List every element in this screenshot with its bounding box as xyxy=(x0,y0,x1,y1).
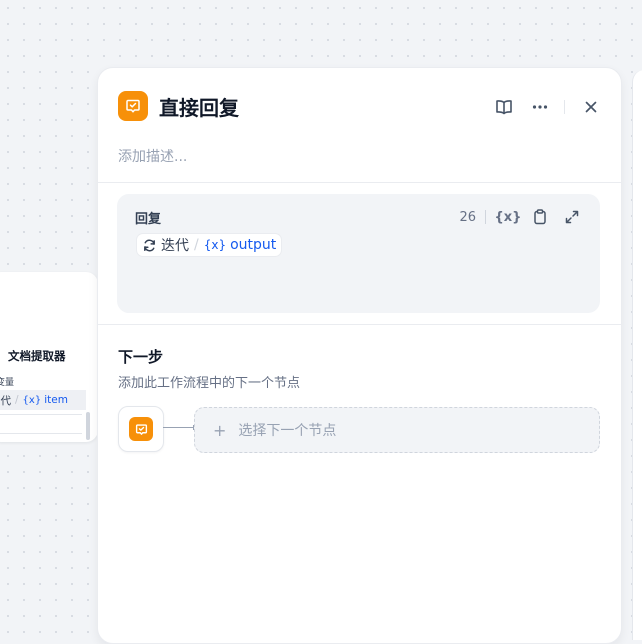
more-icon[interactable] xyxy=(528,95,552,119)
current-node-thumbnail xyxy=(118,406,164,452)
header-divider xyxy=(564,100,565,114)
reply-tools: 26 {x} xyxy=(459,205,584,229)
select-next-node-label: 选择下一个节点 xyxy=(238,423,337,439)
divider xyxy=(98,324,621,325)
plus-icon: + xyxy=(213,420,227,440)
expand-icon[interactable] xyxy=(560,205,584,229)
background-node-sub-label: 变量 xyxy=(0,378,15,388)
copy-icon[interactable] xyxy=(528,205,552,229)
reply-label: 回复 xyxy=(135,212,162,227)
description-input[interactable]: 添加描述... xyxy=(118,146,187,166)
separator: / xyxy=(194,237,199,253)
variable-pill[interactable]: 迭代 / {x} output xyxy=(137,234,282,256)
variable-icon[interactable]: {x} xyxy=(495,205,522,229)
next-step-description: 添加此工作流程中的下一个节点 xyxy=(118,376,301,391)
next-step-title: 下一步 xyxy=(118,348,164,366)
node-resize-handle[interactable] xyxy=(86,412,90,440)
node-config-panel: 直接回复 添加描述... 回复 26 {x} 迭代 / {x} output 下… xyxy=(97,67,622,644)
background-node-variable: 迭代 / {x} item xyxy=(0,390,86,410)
close-icon[interactable] xyxy=(579,95,603,119)
book-icon[interactable] xyxy=(492,95,516,119)
variable-parent: 迭代 xyxy=(161,238,189,254)
reply-icon xyxy=(129,417,153,441)
variable-name: output xyxy=(230,237,277,253)
header-actions xyxy=(492,95,603,119)
background-var-parent: 迭代 xyxy=(0,394,11,407)
variable-icon: {x} xyxy=(22,394,42,406)
background-node-title: 文档提取器 xyxy=(8,349,66,363)
select-next-node-button[interactable]: + 选择下一个节点 xyxy=(194,407,600,453)
variable-icon: {x} xyxy=(203,238,227,252)
background-node-divider xyxy=(0,414,82,434)
background-node[interactable]: 文档提取器 变量 迭代 / {x} item xyxy=(0,272,98,442)
tool-separator xyxy=(485,210,486,224)
adjacent-panel-edge xyxy=(632,70,642,640)
panel-title[interactable]: 直接回复 xyxy=(159,92,239,121)
separator: / xyxy=(15,394,19,406)
reply-editor[interactable]: 回复 26 {x} 迭代 / {x} output xyxy=(117,194,600,313)
connector-line xyxy=(163,425,194,430)
iteration-icon xyxy=(144,239,155,251)
reply-icon xyxy=(118,91,148,121)
background-var-name: item xyxy=(44,394,68,406)
divider xyxy=(98,182,621,183)
char-count: 26 xyxy=(459,209,476,225)
